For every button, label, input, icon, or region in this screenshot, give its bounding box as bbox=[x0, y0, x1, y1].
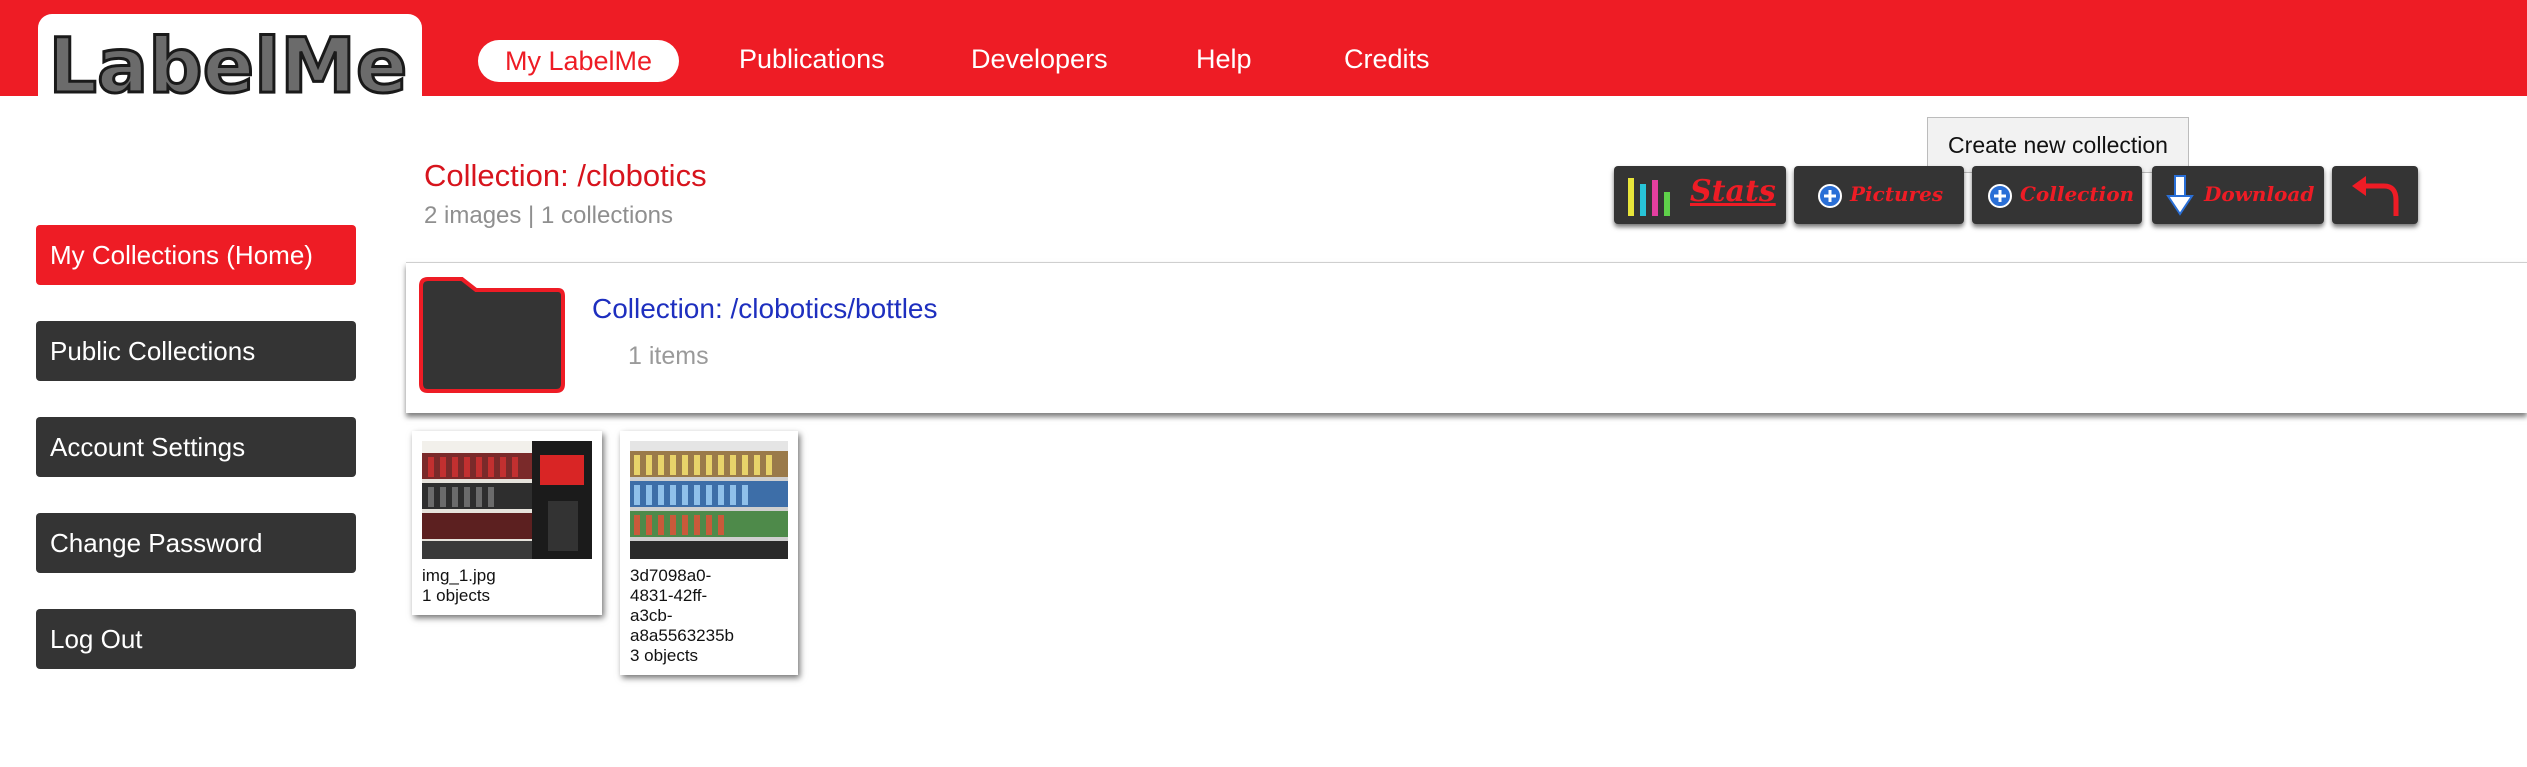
create-collection-tooltip: Create new collection bbox=[1927, 117, 2189, 173]
subcollection-title-link[interactable]: Collection: /clobotics/bottles bbox=[592, 293, 938, 325]
sidebar-item-public-collections[interactable]: Public Collections bbox=[36, 321, 356, 381]
collection-label: Collection bbox=[2020, 182, 2135, 206]
image-thumbnail bbox=[422, 441, 592, 559]
add-pictures-button[interactable]: Pictures bbox=[1794, 166, 1964, 224]
image-thumbnail bbox=[630, 441, 788, 559]
download-arrow-icon bbox=[2166, 175, 2194, 216]
download-label: Download bbox=[2204, 182, 2315, 206]
image-filename-line: a3cb- bbox=[630, 606, 673, 625]
download-button[interactable]: Download bbox=[2152, 166, 2324, 224]
add-collection-button[interactable]: Collection bbox=[1972, 166, 2142, 224]
logo-text: LabelMe bbox=[49, 21, 408, 110]
image-card[interactable]: 3d7098a0- 4831-42ff- a3cb- a8a5563235b 3… bbox=[620, 431, 798, 675]
folder-icon[interactable] bbox=[418, 276, 566, 399]
sidebar-item-my-collections[interactable]: My Collections (Home) bbox=[36, 225, 356, 285]
image-filename-line: a8a5563235b bbox=[630, 626, 735, 645]
nav-publications[interactable]: Publications bbox=[739, 44, 885, 75]
subcollection-item-count: 1 items bbox=[628, 342, 709, 370]
back-arrow-icon bbox=[2352, 176, 2399, 216]
sidebar-item-change-password[interactable]: Change Password bbox=[36, 513, 356, 573]
subcollection-panel bbox=[406, 262, 2527, 413]
sidebar-item-account-settings[interactable]: Account Settings bbox=[36, 417, 356, 477]
image-object-count: 3 objects bbox=[630, 646, 699, 665]
image-object-count: 1 objects bbox=[422, 586, 491, 605]
image-card[interactable]: img_1.jpg 1 objects bbox=[412, 431, 602, 615]
collection-summary: 2 images | 1 collections bbox=[424, 202, 674, 229]
plus-circle-icon bbox=[1988, 184, 2012, 208]
nav-my-labelme[interactable]: My LabelMe bbox=[478, 40, 680, 82]
nav-credits[interactable]: Credits bbox=[1344, 44, 1430, 75]
plus-circle-icon bbox=[1818, 184, 1842, 208]
stats-button[interactable]: Stats bbox=[1614, 166, 1786, 224]
collection-title: Collection: /clobotics bbox=[424, 158, 707, 193]
labelme-logo[interactable]: LabelMe bbox=[38, 12, 430, 116]
nav-developers[interactable]: Developers bbox=[971, 44, 1108, 75]
nav-help[interactable]: Help bbox=[1196, 44, 1252, 75]
image-filename: img_1.jpg bbox=[422, 566, 496, 585]
stats-bars-icon bbox=[1628, 178, 1670, 216]
pictures-label: Pictures bbox=[1850, 182, 1944, 206]
back-button[interactable] bbox=[2332, 166, 2418, 224]
image-filename-line: 4831-42ff- bbox=[630, 586, 708, 605]
image-filename-line: 3d7098a0- bbox=[630, 566, 712, 585]
stats-label: Stats bbox=[1690, 174, 1776, 209]
sidebar-item-log-out[interactable]: Log Out bbox=[36, 609, 356, 669]
